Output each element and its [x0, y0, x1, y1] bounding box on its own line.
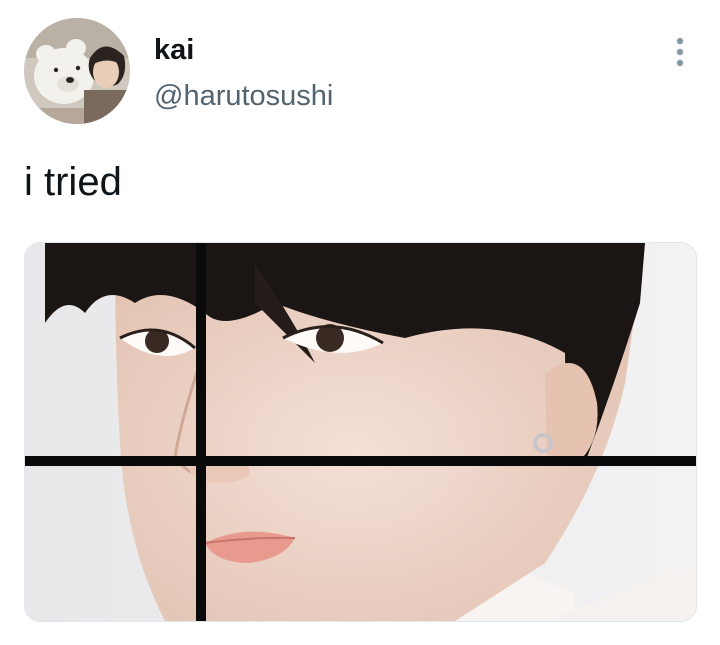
- tweet-text: i tried: [24, 160, 122, 204]
- avatar-photo: [24, 18, 130, 124]
- avatar[interactable]: [24, 18, 130, 124]
- more-vertical-icon: [676, 37, 684, 67]
- more-options-button[interactable]: [664, 34, 696, 70]
- tweet-media-photo[interactable]: [24, 242, 697, 622]
- user-handle[interactable]: @harutosushi: [154, 80, 333, 113]
- display-name[interactable]: kai: [154, 34, 194, 67]
- face-collage-image: [25, 243, 696, 621]
